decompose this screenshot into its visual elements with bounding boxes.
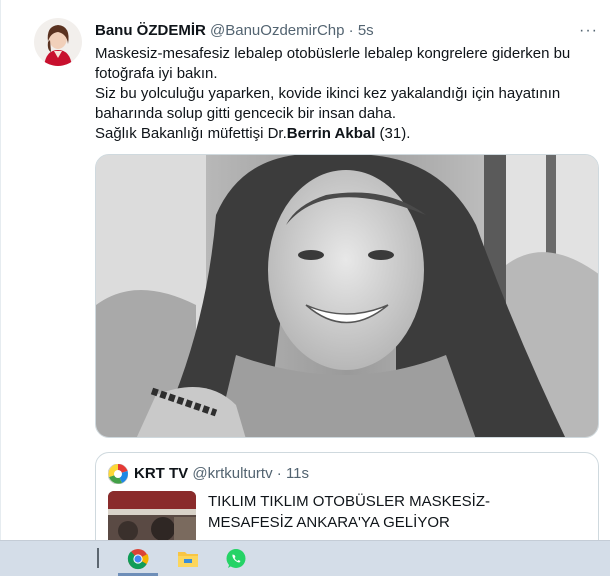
person-name: Berrin Akbal <box>286 125 376 142</box>
quoted-timestamp[interactable]: 11s <box>286 465 309 482</box>
separator: · <box>276 465 282 482</box>
quoted-author-handle[interactable]: @krtkulturtv <box>192 465 272 482</box>
chrome-icon[interactable] <box>122 545 154 573</box>
tweet[interactable]: Banu ÖZDEMİR @BanuOzdemirChp · 5s ··· Ma… <box>0 0 610 572</box>
tweet-line: Siz bu yolculuğu yaparken, kovide ikinci… <box>95 85 561 122</box>
tweet-line: Sağlık Bakanlığı müfettişi Dr.Berrin Akb… <box>95 124 595 144</box>
line-suffix: (31). <box>375 125 411 142</box>
tweet-text: Maskesiz-mesafesiz lebalep otobüslerle l… <box>95 44 595 144</box>
quoted-title[interactable]: TIKLIM TIKLIM OTOBÜSLER MASKESİZ-MESAFES… <box>208 491 568 533</box>
more-options-icon[interactable]: ··· <box>579 22 598 40</box>
separator: · <box>348 22 354 39</box>
tweet-photo[interactable] <box>95 154 599 438</box>
author-handle[interactable]: @BanuOzdemirChp <box>210 22 344 39</box>
tweet-header: Banu ÖZDEMİR @BanuOzdemirChp · 5s <box>95 22 374 40</box>
quoted-header: KRT TV @krtkulturtv · 11s <box>134 465 309 483</box>
timestamp[interactable]: 5s <box>358 22 374 39</box>
avatar[interactable] <box>34 18 82 66</box>
line-prefix: Sağlık Bakanlığı müfettişi Dr. <box>95 125 287 142</box>
taskbar <box>0 540 610 576</box>
krt-logo-icon[interactable] <box>107 463 129 485</box>
tweet-line: Maskesiz-mesafesiz lebalep otobüslerle l… <box>95 45 571 82</box>
quoted-author-name[interactable]: KRT TV <box>134 465 188 482</box>
taskbar-separator <box>97 548 99 568</box>
whatsapp-icon[interactable] <box>220 545 252 573</box>
author-name[interactable]: Banu ÖZDEMİR <box>95 22 206 39</box>
file-explorer-icon[interactable] <box>172 545 204 573</box>
